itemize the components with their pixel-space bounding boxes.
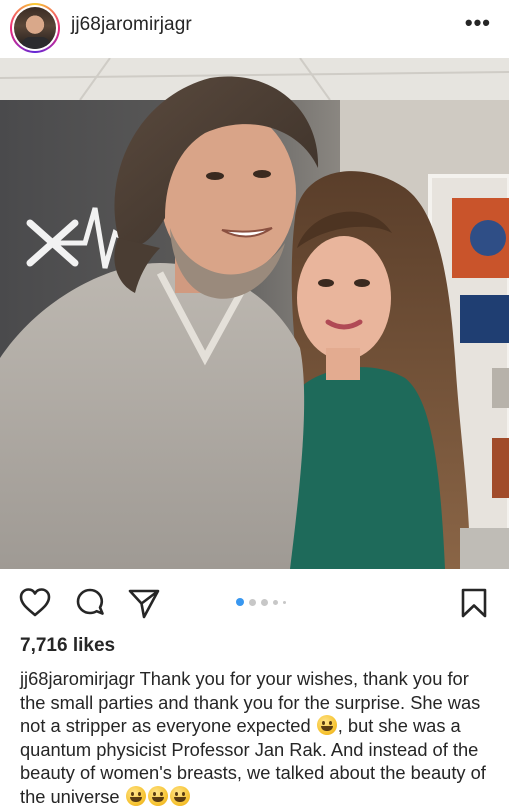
share-button[interactable]	[127, 586, 161, 620]
grinning-face-emoji-icon	[169, 785, 190, 806]
comment-button[interactable]	[73, 586, 107, 620]
carousel-dot-active	[236, 598, 244, 606]
grinning-face-emoji-icon	[125, 785, 146, 806]
avatar-image	[14, 7, 56, 49]
grinning-face-emoji-icon	[147, 785, 168, 806]
heart-icon	[19, 588, 51, 617]
save-button[interactable]	[457, 586, 491, 620]
carousel-indicator	[236, 598, 286, 606]
post-caption: jj68jaromirjagr Thank you for your wishe…	[20, 667, 495, 808]
post-photo[interactable]	[0, 58, 509, 569]
carousel-dot	[261, 598, 268, 606]
bookmark-icon	[461, 588, 487, 618]
like-button[interactable]	[18, 586, 52, 620]
action-bar	[0, 572, 509, 632]
carousel-dot	[273, 599, 278, 605]
more-options-icon[interactable]: •••	[465, 10, 491, 36]
grinning-face-emoji-icon	[316, 715, 337, 735]
photo-illustration	[0, 58, 509, 569]
comment-icon	[76, 588, 104, 615]
carousel-dot	[249, 598, 256, 606]
post-header: jj68jaromirjagr •••	[0, 0, 509, 56]
likes-count[interactable]: 7,716 likes	[20, 635, 115, 657]
caption-username[interactable]: jj68jaromirjagr	[20, 668, 135, 689]
carousel-dot	[283, 600, 286, 604]
paper-plane-icon	[128, 589, 160, 619]
post-username[interactable]: jj68jaromirjagr	[71, 14, 192, 36]
profile-avatar[interactable]	[10, 3, 60, 53]
